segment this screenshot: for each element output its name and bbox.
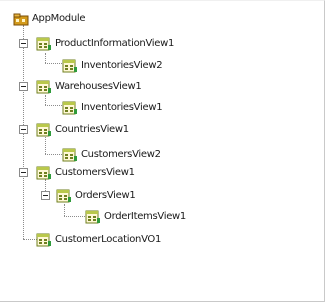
tree-node-warehouses-view[interactable]: WarehousesView1 (36, 78, 142, 95)
tree-node-label: WarehousesView1 (55, 81, 142, 92)
view-object-icon (36, 123, 51, 136)
tree-root-node[interactable]: AppModule (13, 10, 86, 27)
collapse-toggle-orders-view[interactable] (41, 191, 50, 200)
view-object-icon (36, 37, 51, 50)
tree-connector-line (45, 63, 62, 64)
tree-node-label: OrdersView1 (75, 190, 136, 201)
tree-node-label: InventoriesView1 (81, 102, 163, 113)
collapse-toggle-product-information-view[interactable] (19, 39, 28, 48)
tree-node-label: InventoriesView2 (81, 60, 163, 71)
tree-connector-line (45, 95, 46, 105)
tree-node-inventories-view-1[interactable]: InventoriesView1 (62, 99, 163, 116)
tree-connector-line (45, 105, 62, 106)
view-object-icon (62, 101, 77, 114)
tree-node-order-items-view[interactable]: OrderItemsView1 (85, 208, 186, 225)
view-object-icon (36, 166, 51, 179)
tree-node-label: CustomersView1 (55, 167, 135, 178)
tree-node-customers-view-2[interactable]: CustomersView2 (62, 146, 161, 163)
tree-connector-line (45, 154, 62, 155)
tree-connector-line (23, 239, 37, 240)
tree-node-label: CustomerLocationVO1 (55, 234, 162, 245)
tree-node-product-information-view[interactable]: ProductInformationView1 (36, 35, 174, 52)
view-object-icon (85, 210, 100, 223)
application-module-icon (13, 13, 29, 25)
tree-connector-line (64, 216, 85, 217)
tree-node-label: CountriesView1 (55, 124, 129, 135)
tree-node-label: CustomersView2 (81, 149, 161, 160)
tree-connector-line (45, 137, 46, 154)
tree-connector-line (45, 53, 46, 63)
tree-node-countries-view[interactable]: CountriesView1 (36, 121, 129, 138)
tree-node-inventories-view-2[interactable]: InventoriesView2 (62, 57, 163, 74)
tree-node-customers-view-1[interactable]: CustomersView1 (36, 164, 135, 181)
view-object-icon (36, 80, 51, 93)
collapse-toggle-customers-view[interactable] (19, 168, 28, 177)
tree-connector-line (64, 204, 65, 216)
tree-node-label: AppModule (32, 13, 86, 24)
view-object-icon (62, 148, 77, 161)
tree-node-label: OrderItemsView1 (104, 211, 186, 222)
collapse-toggle-countries-view[interactable] (19, 125, 28, 134)
tree-node-customer-location-vo[interactable]: CustomerLocationVO1 (36, 231, 161, 248)
view-object-icon (36, 233, 51, 246)
view-object-icon (62, 59, 77, 72)
tree-node-label: ProductInformationView1 (55, 38, 175, 49)
collapse-toggle-warehouses-view[interactable] (19, 82, 28, 91)
view-object-icon (56, 189, 71, 202)
module-tree-panel: AppModule ProductInformationView1 Invent… (0, 0, 325, 302)
tree-node-orders-view[interactable]: OrdersView1 (56, 187, 136, 204)
